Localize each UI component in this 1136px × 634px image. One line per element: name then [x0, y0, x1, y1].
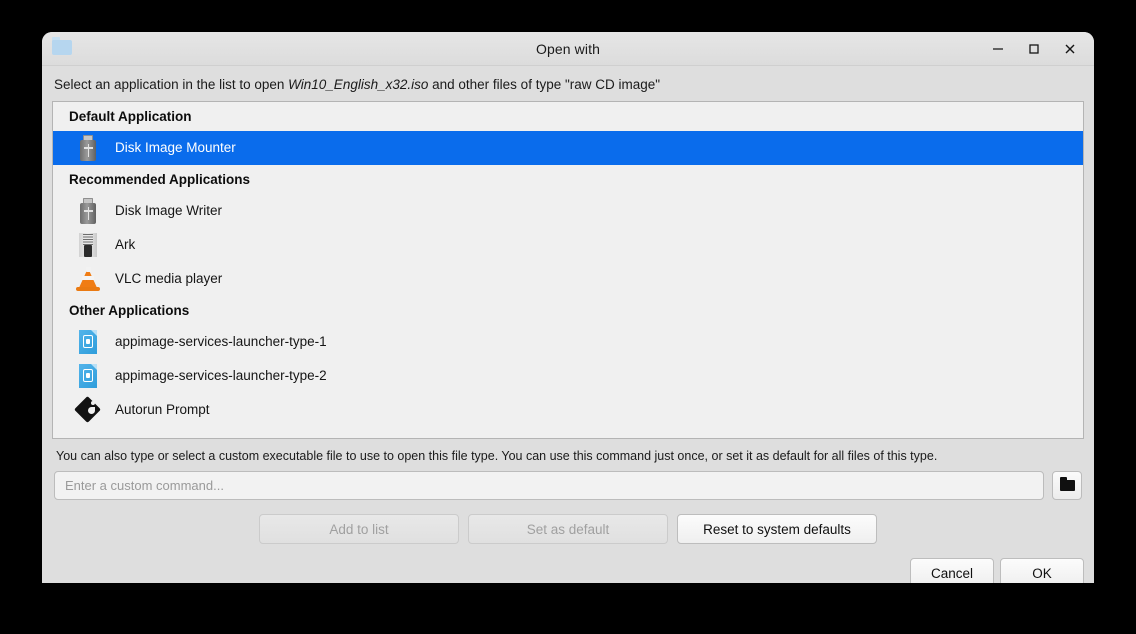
list-item-label: Disk Image Mounter — [115, 140, 236, 156]
custom-command-input[interactable] — [54, 471, 1044, 500]
screen: Open with Select an application in the l… — [0, 0, 1136, 634]
ok-button[interactable]: OK — [1000, 558, 1084, 583]
custom-command-row — [52, 471, 1084, 500]
zipper-archive-icon — [75, 232, 101, 258]
list-item[interactable]: appimage-services-launcher-type-1 — [53, 325, 1083, 359]
list-item[interactable]: Disk Image Mounter — [53, 131, 1083, 165]
list-group-header: Recommended Applications — [53, 165, 1083, 194]
open-with-dialog: Open with Select an application in the l… — [42, 32, 1094, 583]
folder-icon — [1059, 477, 1075, 491]
cancel-button[interactable]: Cancel — [910, 558, 994, 583]
list-group-header: Default Application — [53, 102, 1083, 131]
folder-icon — [52, 37, 72, 56]
vlc-cone-icon — [75, 266, 101, 292]
dialog-footer: Cancel OK — [42, 544, 1094, 583]
usb-drive-icon — [75, 135, 101, 161]
list-item[interactable]: VLC media player — [53, 262, 1083, 296]
set-as-default-button[interactable]: Set as default — [468, 514, 668, 544]
list-item-label: appimage-services-launcher-type-2 — [115, 368, 327, 384]
action-buttons: Add to list Set as default Reset to syst… — [52, 500, 1084, 544]
titlebar: Open with — [42, 32, 1094, 66]
usb-drive-icon — [75, 198, 101, 224]
intro-suffix: and other files of type "raw CD image" — [428, 77, 661, 92]
list-item-label: Disk Image Writer — [115, 203, 223, 219]
list-item[interactable]: Disk Image Writer — [53, 194, 1083, 228]
dialog-body: Select an application in the list to ope… — [42, 66, 1094, 544]
list-item-label: Autorun Prompt — [115, 402, 210, 418]
intro-prefix: Select an application in the list to ope… — [54, 77, 289, 92]
add-to-list-button[interactable]: Add to list — [259, 514, 459, 544]
minimize-icon[interactable] — [980, 34, 1016, 64]
close-icon[interactable] — [1052, 34, 1088, 64]
target-filename: Win10_English_x32.iso — [288, 77, 429, 92]
autorun-diamond-icon — [74, 396, 101, 423]
application-list[interactable]: Default Application Disk Image Mounter Rec… — [52, 101, 1084, 439]
custom-command-hint: You can also type or select a custom exe… — [56, 449, 938, 463]
intro-text: Select an application in the list to ope… — [52, 66, 1084, 101]
maximize-icon[interactable] — [1016, 34, 1052, 64]
list-item[interactable]: appimage-services-launcher-type-2 — [53, 359, 1083, 393]
list-item[interactable]: Autorun Prompt — [53, 393, 1083, 427]
list-item-label: VLC media player — [115, 271, 223, 287]
list-item[interactable]: Ark — [53, 228, 1083, 262]
window-controls — [980, 32, 1088, 66]
list-item-label: Ark — [115, 237, 136, 253]
list-item-label: appimage-services-launcher-type-1 — [115, 334, 327, 350]
reset-to-system-defaults-button[interactable]: Reset to system defaults — [677, 514, 877, 544]
appimage-document-icon — [75, 363, 101, 389]
appimage-document-icon — [75, 329, 101, 355]
browse-file-button[interactable] — [1052, 471, 1082, 500]
window-title: Open with — [536, 40, 600, 57]
list-group-header: Other Applications — [53, 296, 1083, 325]
